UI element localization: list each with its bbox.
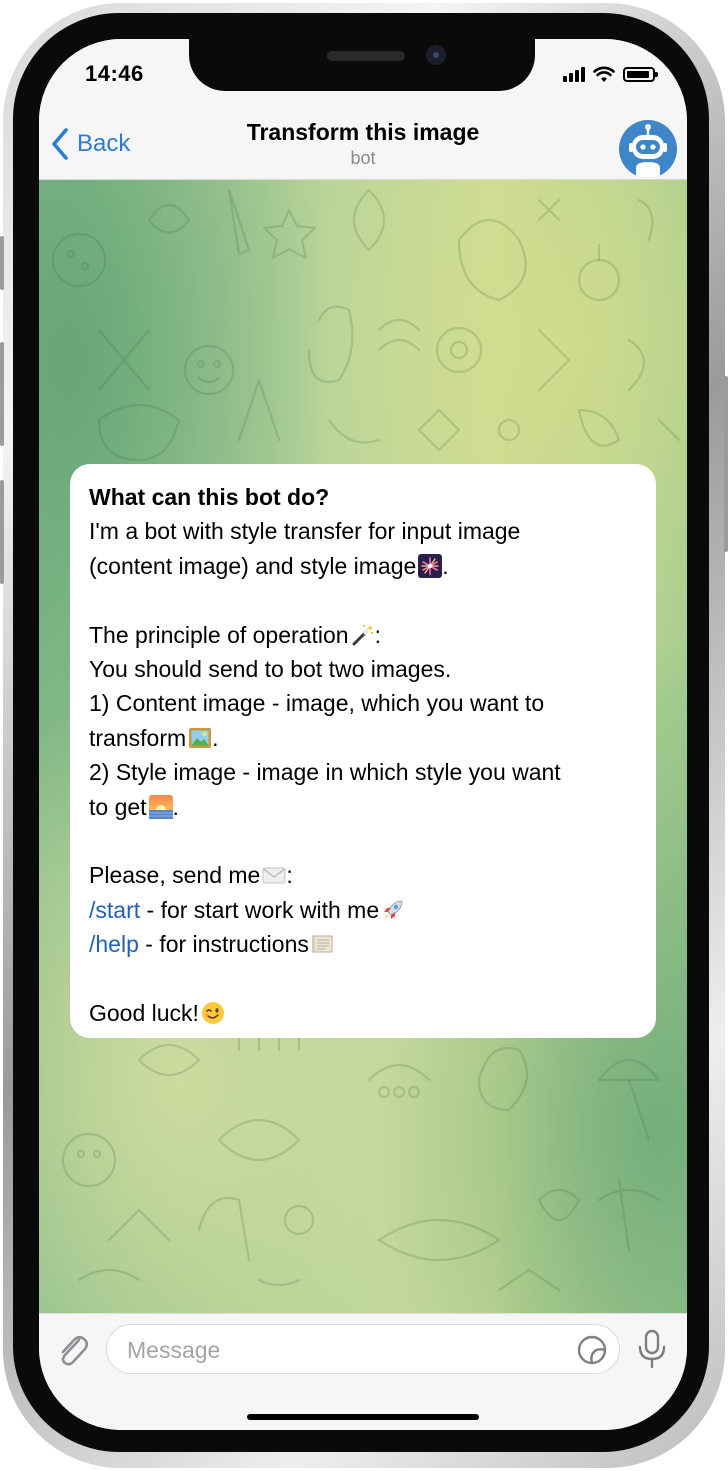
status-time: 14:46	[85, 61, 144, 86]
help-command-link[interactable]: /help	[89, 931, 139, 957]
avatar[interactable]	[619, 120, 677, 178]
message-line: I'm a bot with style transfer for input …	[89, 514, 637, 548]
status-bar: 14:46	[39, 39, 687, 115]
sunrise-icon	[148, 794, 173, 819]
message-text: 2) Style image - image in which style yo…	[89, 759, 561, 786]
message-heading: What can this bot do?	[89, 484, 330, 510]
screen: 14:46 Back Transform this image bot What…	[39, 39, 687, 1430]
message-text: .	[172, 793, 179, 820]
message-text: You should send to bot two images.	[89, 656, 452, 683]
message-text: - for start work with me	[140, 896, 380, 923]
message-line: (content image) and style image.	[89, 549, 637, 583]
message-input-bar	[39, 1313, 687, 1430]
message-text: 1) Content image - image, which you want…	[89, 690, 545, 717]
paperclip-icon[interactable]	[53, 1330, 93, 1370]
fireworks-icon	[418, 553, 443, 578]
microphone-icon[interactable]	[637, 1328, 667, 1370]
message-line: /help - for instructions	[89, 927, 637, 961]
chat-title: Transform this image	[246, 119, 480, 145]
winking-face-icon	[201, 1001, 225, 1025]
message-text: (content image) and style image	[89, 552, 417, 579]
chat-header: Back Transform this image bot	[39, 115, 687, 180]
message-text: - for instructions	[138, 931, 309, 958]
start-command-link[interactable]: /start	[89, 897, 140, 923]
chat-area[interactable]: What can this bot do? I'm a bot with sty…	[39, 180, 687, 1313]
framed-picture-icon	[188, 726, 212, 750]
message-line: /start - for start work with me	[89, 893, 637, 927]
bot-description-message: What can this bot do? I'm a bot with sty…	[70, 464, 656, 1038]
message-line: The principle of operation:	[89, 618, 637, 652]
signal-icon	[563, 66, 585, 82]
message-text: .	[442, 552, 449, 579]
back-button[interactable]: Back	[51, 127, 130, 161]
scroll-icon	[311, 932, 335, 956]
message-text: I'm a bot with style transfer for input …	[89, 518, 521, 545]
power-button	[724, 376, 728, 552]
message-text: to get	[89, 793, 147, 820]
message-text: The principle of operation	[89, 621, 349, 648]
message-line: to get.	[89, 790, 637, 824]
message-text: Good luck!	[89, 1000, 199, 1027]
message-line: 2) Style image - image in which style yo…	[89, 755, 637, 789]
message-line: Good luck!	[89, 996, 637, 1030]
envelope-icon	[262, 863, 286, 887]
battery-icon	[623, 66, 658, 82]
message-line: transform.	[89, 721, 637, 755]
robot-icon	[629, 124, 667, 178]
message-text: :	[374, 621, 381, 648]
volume-up-button	[0, 342, 4, 446]
message-text: .	[212, 724, 219, 751]
home-indicator[interactable]	[247, 1414, 479, 1420]
volume-down-button	[0, 480, 4, 584]
message-line: 1) Content image - image, which you want…	[89, 686, 637, 720]
message-field[interactable]	[106, 1324, 620, 1375]
sticker-icon[interactable]	[577, 1335, 607, 1365]
status-icons	[563, 65, 658, 83]
message-text: :	[286, 862, 293, 889]
chat-title-block[interactable]: Transform this image bot	[189, 117, 537, 169]
rocket-icon	[381, 898, 405, 922]
message-text: transform	[89, 724, 187, 751]
chat-subtitle: bot	[350, 148, 376, 168]
notch	[189, 39, 535, 91]
message-text: Please, send me	[89, 862, 261, 889]
message-input[interactable]	[125, 1325, 549, 1375]
magic-wand-icon	[351, 623, 375, 647]
message-line: You should send to bot two images.	[89, 652, 637, 686]
back-label: Back	[77, 130, 131, 157]
speaker-grille	[327, 51, 405, 61]
wifi-icon	[593, 66, 615, 82]
message-line: Please, send me:	[89, 858, 637, 892]
mute-switch	[0, 236, 4, 290]
chevron-left-icon	[52, 128, 68, 160]
front-camera	[426, 45, 446, 65]
